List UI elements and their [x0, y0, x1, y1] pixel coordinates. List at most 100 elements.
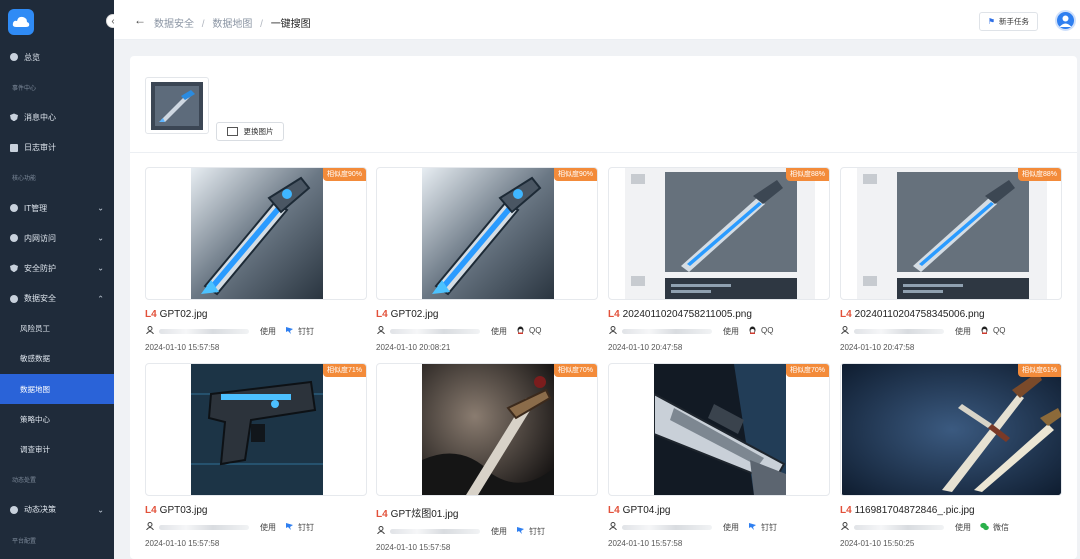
- replace-image-button[interactable]: 更换图片: [216, 122, 284, 141]
- result-card[interactable]: 相似度70% L4 GPT04.jpg 使用 钉钉 2024-01-10 15:57:58: [608, 363, 830, 548]
- result-card[interactable]: 相似度90% L4 GPT02.jpg 使用 QQ 2024-01-10 20:08:21: [376, 167, 598, 352]
- sidebar-item[interactable]: 日志审计: [0, 133, 114, 163]
- back-arrow-icon[interactable]: ←: [134, 13, 146, 27]
- file-name: GPT炫图01.jpg: [390, 509, 459, 520]
- usage-label: 使用: [260, 327, 276, 336]
- result-thumbnail[interactable]: 相似度90%: [145, 167, 367, 300]
- result-meta: 使用 钉钉: [376, 526, 598, 538]
- newbie-task-button[interactable]: ⚑ 新手任务: [978, 12, 1038, 31]
- result-meta: 使用 QQ: [376, 326, 598, 338]
- result-timestamp: 2024-01-10 15:57:58: [608, 539, 683, 548]
- file-name: 20240110204758211005.png: [622, 309, 752, 320]
- masked-user-name: [390, 329, 480, 334]
- dingtalk-icon: [285, 522, 294, 531]
- masked-user-name: [854, 329, 944, 334]
- query-image: [151, 82, 203, 130]
- breadcrumb-item[interactable]: 数据安全: [154, 19, 194, 30]
- file-name: GPT02.jpg: [390, 309, 439, 320]
- user-icon: [146, 326, 154, 336]
- gear-icon: [10, 53, 18, 62]
- usage-label: 使用: [955, 327, 971, 336]
- result-filename[interactable]: L4 GPT03.jpg: [145, 505, 367, 516]
- result-thumbnail[interactable]: 相似度70%: [376, 363, 598, 496]
- topbar: ← 数据安全 / 数据地图 / 一键搜图 ⚑ 新手任务: [114, 0, 1080, 40]
- sidebar-item[interactable]: IT管理 ⌄: [0, 193, 114, 223]
- result-filename[interactable]: L4 GPT02.jpg: [376, 309, 598, 320]
- sidebar-subitem[interactable]: 风险员工: [0, 314, 114, 344]
- result-thumbnail[interactable]: 相似度90%: [376, 167, 598, 300]
- result-meta: 使用 微信: [840, 522, 1062, 534]
- result-meta: 使用 钉钉: [145, 522, 367, 534]
- chevron-icon: ⌄: [97, 203, 104, 213]
- sensitivity-level: L4: [376, 509, 388, 520]
- sidebar-item-label: 安全防护: [24, 263, 56, 273]
- sidebar-subitem[interactable]: 策略中心: [0, 404, 114, 434]
- sensitivity-level: L4: [145, 309, 157, 320]
- usage-label: 使用: [955, 523, 971, 532]
- result-filename[interactable]: L4 GPT炫图01.jpg: [376, 505, 598, 520]
- result-thumbnail[interactable]: 相似度88%: [608, 167, 830, 300]
- sidebar-item[interactable]: 动态决策 ⌄: [0, 495, 114, 525]
- sidebar-nav: 总览 事件中心 消息中心 日志审计 核心功能 IT管理 ⌄ 内网访问 ⌄ 安全防护 ⌄ 数据安全 ⌃ 风险…: [0, 42, 114, 555]
- result-card[interactable]: 相似度88% L4 20240110204758345006.png 使用 QQ 2024…: [840, 167, 1062, 352]
- avatar[interactable]: [1055, 10, 1076, 31]
- sidebar-item[interactable]: 内网访问 ⌄: [0, 223, 114, 253]
- result-filename[interactable]: L4 20240110204758211005.png: [608, 309, 830, 320]
- chevron-icon: ⌄: [97, 505, 104, 515]
- cloud-logo-icon[interactable]: [8, 9, 34, 35]
- breadcrumb-separator: /: [260, 19, 263, 30]
- result-timestamp: 2024-01-10 20:08:21: [376, 343, 451, 352]
- sidebar-subitem[interactable]: 敏感数据: [0, 344, 114, 374]
- result-thumbnail[interactable]: 相似度88%: [840, 167, 1062, 300]
- result-timestamp: 2024-01-10 15:57:58: [145, 343, 220, 352]
- similarity-badge: 相似度71%: [322, 364, 366, 377]
- sidebar-item[interactable]: 消息中心: [0, 102, 114, 132]
- usage-label: 使用: [723, 523, 739, 532]
- app-name: QQ: [761, 326, 774, 335]
- sidebar-item-label: 内网访问: [24, 233, 56, 243]
- usage-label: 使用: [260, 523, 276, 532]
- similarity-badge: 相似度70%: [553, 364, 597, 377]
- sidebar-subitem[interactable]: 调查审计: [0, 434, 114, 464]
- sidebar-item[interactable]: 总览: [0, 42, 114, 72]
- result-card[interactable]: 相似度71% L4 GPT03.jpg 使用 钉钉 2024-01-10 15:57:58: [145, 363, 367, 548]
- sidebar-item[interactable]: 安全防护 ⌄: [0, 253, 114, 283]
- result-filename[interactable]: L4 116981704872846_.pic.jpg: [840, 505, 1062, 516]
- gear-icon: [10, 234, 18, 243]
- sensitivity-level: L4: [608, 505, 620, 516]
- result-card[interactable]: 相似度70% L4 GPT炫图01.jpg 使用 钉钉 2024-01-10 15:57:…: [376, 363, 598, 552]
- result-card[interactable]: 相似度90% L4 GPT02.jpg 使用 钉钉 2024-01-10 15:57:58: [145, 167, 367, 352]
- result-image: [191, 364, 323, 495]
- user-icon: [377, 326, 385, 336]
- result-card[interactable]: 相似度61% L4 116981704872846_.pic.jpg 使用 微信 2024…: [840, 363, 1062, 548]
- sensitivity-level: L4: [840, 505, 852, 516]
- result-filename[interactable]: L4 20240110204758345006.png: [840, 309, 1062, 320]
- replace-image-label: 更换图片: [243, 127, 274, 136]
- result-thumbnail[interactable]: 相似度71%: [145, 363, 367, 496]
- app-name: QQ: [529, 326, 542, 335]
- sidebar-item-label: 数据安全: [24, 294, 56, 304]
- result-thumbnail[interactable]: 相似度61%: [840, 363, 1062, 496]
- result-meta: 使用 钉钉: [608, 522, 830, 534]
- result-filename[interactable]: L4 GPT04.jpg: [608, 505, 830, 516]
- sensitivity-level: L4: [145, 505, 157, 516]
- breadcrumb-current: 一键搜图: [270, 19, 311, 30]
- breadcrumb-separator: /: [201, 19, 205, 30]
- result-timestamp: 2024-01-10 15:50:25: [840, 539, 915, 548]
- breadcrumb-item[interactable]: 数据地图: [212, 19, 252, 30]
- result-thumbnail[interactable]: 相似度70%: [608, 363, 830, 496]
- similarity-badge: 相似度88%: [1017, 168, 1061, 181]
- newbie-task-label: 新手任务: [999, 17, 1029, 26]
- sidebar-subitem[interactable]: 数据地图: [0, 374, 114, 405]
- sidebar-item[interactable]: 数据安全 ⌃: [0, 284, 114, 314]
- dingtalk-icon: [748, 522, 757, 531]
- sidebar-section-title: 事件中心: [12, 85, 37, 92]
- query-image-thumbnail[interactable]: [145, 77, 209, 134]
- result-filename[interactable]: L4 GPT02.jpg: [145, 309, 367, 320]
- usage-label: 使用: [723, 327, 739, 336]
- file-name: GPT02.jpg: [159, 309, 208, 320]
- usage-label: 使用: [491, 327, 507, 336]
- result-meta: 使用 QQ: [840, 326, 1062, 338]
- result-card[interactable]: 相似度88% L4 20240110204758211005.png 使用 QQ 2024…: [608, 167, 830, 352]
- similarity-badge: 相似度90%: [553, 168, 597, 181]
